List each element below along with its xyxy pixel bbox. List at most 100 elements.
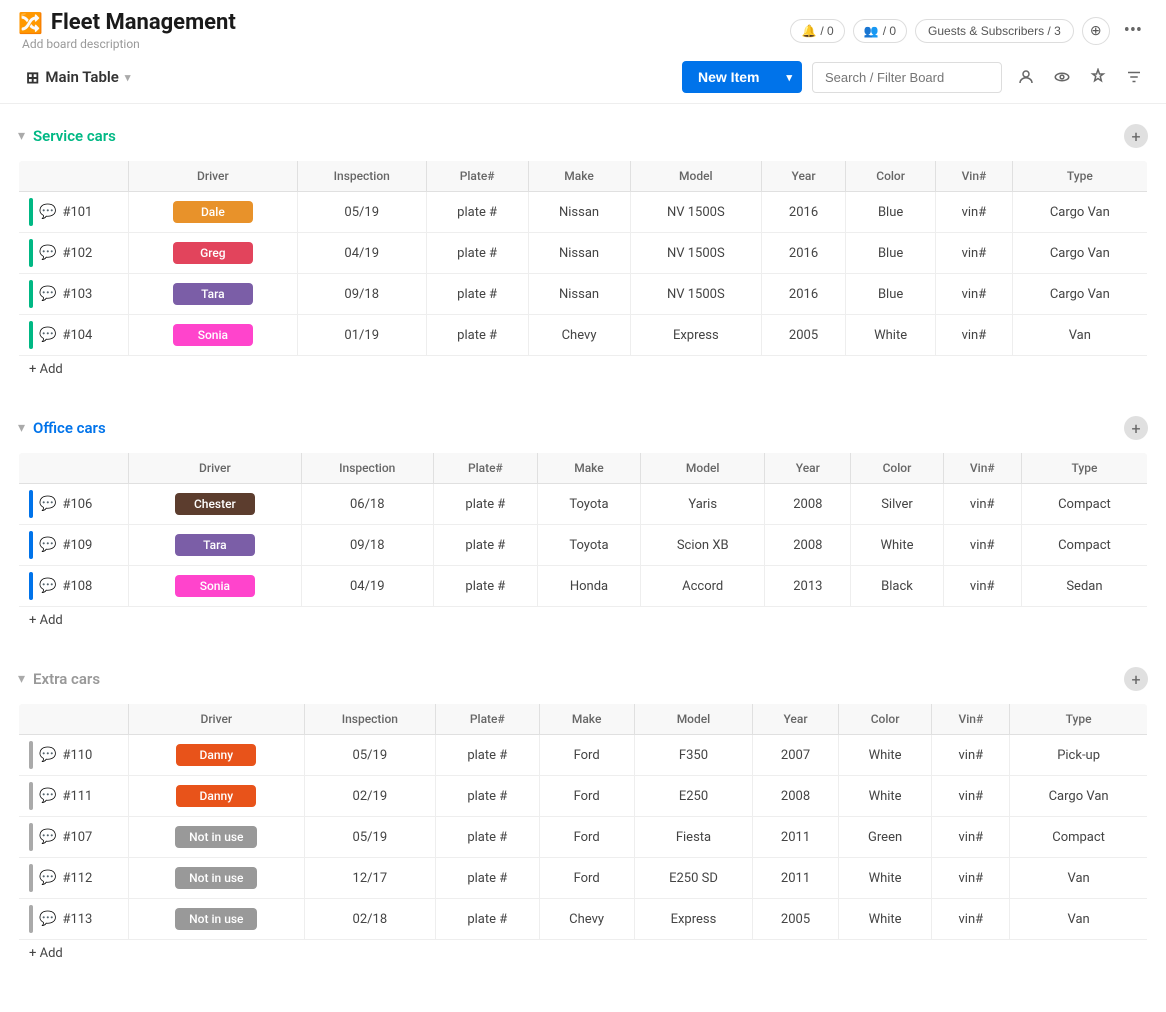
cell-make: Ford	[539, 817, 634, 858]
row-color-bar	[29, 490, 33, 518]
new-item-button[interactable]: New Item ▾	[682, 61, 802, 93]
add-row[interactable]: + Add	[19, 356, 1148, 384]
add-row[interactable]: + Add	[19, 940, 1148, 968]
comment-icon[interactable]: 💬	[39, 496, 56, 512]
user-icon[interactable]	[1012, 63, 1040, 91]
filter-icon[interactable]	[1120, 63, 1148, 91]
col-header-inspection-2: Inspection	[304, 704, 435, 735]
add-column-button-office-cars[interactable]: +	[1124, 416, 1148, 440]
cell-driver[interactable]: Tara	[129, 525, 302, 566]
app-title-text: Fleet Management	[51, 10, 236, 35]
cell-driver[interactable]: Danny	[129, 776, 305, 817]
cell-color: White	[838, 858, 932, 899]
cell-driver[interactable]: Sonia	[129, 315, 298, 356]
cell-color: White	[838, 776, 932, 817]
comment-icon[interactable]: 💬	[39, 204, 56, 220]
col-header-driver-2: Driver	[129, 704, 305, 735]
cell-year: 2008	[765, 484, 851, 525]
app-header: 🔀 Fleet Management Add board description…	[0, 0, 1166, 51]
cell-driver[interactable]: Not in use	[129, 817, 305, 858]
group-toggle-service-cars[interactable]: ▾	[18, 128, 25, 144]
table-service-cars: Driver Inspection Plate# Make Model Year…	[18, 160, 1148, 384]
group-title-extra-cars[interactable]: Extra cars	[33, 670, 100, 688]
cell-model: Scion XB	[640, 525, 764, 566]
comment-icon[interactable]: 💬	[39, 747, 56, 763]
group-toggle-extra-cars[interactable]: ▾	[18, 671, 25, 687]
comment-icon[interactable]: 💬	[39, 245, 56, 261]
cell-color: White	[838, 735, 932, 776]
col-header-type-1: Type	[1021, 453, 1147, 484]
cell-id: 💬 #104	[19, 315, 129, 356]
comment-icon[interactable]: 💬	[39, 829, 56, 845]
comment-icon[interactable]: 💬	[39, 327, 56, 343]
comment-icon[interactable]: 💬	[39, 537, 56, 553]
table-row: 💬 #103 Tara 09/18 plate # Nissan NV 1500…	[19, 274, 1148, 315]
col-header-model-0: Model	[630, 161, 762, 192]
comment-icon[interactable]: 💬	[39, 911, 56, 927]
comment-icon[interactable]: 💬	[39, 578, 56, 594]
driver-badge: Tara	[173, 283, 253, 305]
add-row[interactable]: + Add	[19, 607, 1148, 635]
dropdown-arrow-icon: ▾	[776, 71, 802, 84]
table-office-cars: Driver Inspection Plate# Make Model Year…	[18, 452, 1148, 635]
cell-driver[interactable]: Not in use	[129, 858, 305, 899]
cell-plate: plate #	[433, 566, 537, 607]
row-id-text: #103	[62, 287, 92, 302]
table-row: 💬 #107 Not in use 05/19 plate # Ford Fie…	[19, 817, 1148, 858]
inbox-button[interactable]: 👥 / 0	[853, 19, 907, 43]
cell-vin: vin#	[936, 233, 1012, 274]
cell-plate: plate #	[436, 858, 540, 899]
cell-year: 2008	[765, 525, 851, 566]
add-column-button-extra-cars[interactable]: +	[1124, 667, 1148, 691]
search-input[interactable]	[812, 62, 1002, 93]
eye-icon[interactable]	[1048, 63, 1076, 91]
add-column-button-service-cars[interactable]: +	[1124, 124, 1148, 148]
cell-inspection: 02/18	[304, 899, 435, 940]
invite-button[interactable]: ⊕	[1082, 17, 1110, 45]
cell-driver[interactable]: Not in use	[129, 899, 305, 940]
cell-model: E250 SD	[634, 858, 753, 899]
table-icon: ⊞	[26, 68, 39, 87]
guests-button[interactable]: Guests & Subscribers / 3	[915, 19, 1074, 43]
add-row-label[interactable]: + Add	[19, 356, 1148, 384]
cell-inspection: 05/19	[297, 192, 426, 233]
col-header-color-2: Color	[838, 704, 932, 735]
cell-driver[interactable]: Sonia	[129, 566, 302, 607]
cell-type: Compact	[1010, 817, 1148, 858]
group-toggle-office-cars[interactable]: ▾	[18, 420, 25, 436]
row-id-text: #101	[62, 205, 92, 220]
group-header-office-cars: ▾ Office cars +	[18, 412, 1148, 444]
cell-year: 2016	[762, 233, 846, 274]
cell-driver[interactable]: Danny	[129, 735, 305, 776]
cell-vin: vin#	[932, 858, 1010, 899]
app-subtitle[interactable]: Add board description	[22, 37, 236, 51]
comment-icon[interactable]: 💬	[39, 788, 56, 804]
driver-badge: Not in use	[175, 867, 257, 889]
group-title-office-cars[interactable]: Office cars	[33, 419, 106, 437]
cell-driver[interactable]: Greg	[129, 233, 298, 274]
add-row-label[interactable]: + Add	[19, 607, 1148, 635]
cell-driver[interactable]: Dale	[129, 192, 298, 233]
activity-icon: 🔔	[801, 24, 816, 38]
group-title-service-cars[interactable]: Service cars	[33, 127, 116, 145]
main-table-button[interactable]: ⊞ Main Table ▾	[18, 64, 138, 91]
cell-driver[interactable]: Tara	[129, 274, 298, 315]
cell-driver[interactable]: Chester	[129, 484, 302, 525]
more-menu-button[interactable]: •••	[1118, 16, 1148, 45]
col-header-id	[19, 161, 129, 192]
cell-plate: plate #	[433, 484, 537, 525]
cell-plate: plate #	[436, 899, 540, 940]
col-header-make-0: Make	[528, 161, 630, 192]
cell-id: 💬 #107	[19, 817, 129, 858]
comment-icon[interactable]: 💬	[39, 286, 56, 302]
cell-plate: plate #	[426, 274, 528, 315]
col-header-vin-1: Vin#	[943, 453, 1021, 484]
pin-icon[interactable]	[1084, 63, 1112, 91]
add-row-label[interactable]: + Add	[19, 940, 1148, 968]
activity-button[interactable]: 🔔 / 0	[790, 19, 844, 43]
cell-color: White	[838, 899, 932, 940]
app-title-icon: 🔀	[18, 11, 43, 35]
comment-icon[interactable]: 💬	[39, 870, 56, 886]
row-color-bar	[29, 280, 33, 308]
cell-make: Toyota	[537, 484, 640, 525]
